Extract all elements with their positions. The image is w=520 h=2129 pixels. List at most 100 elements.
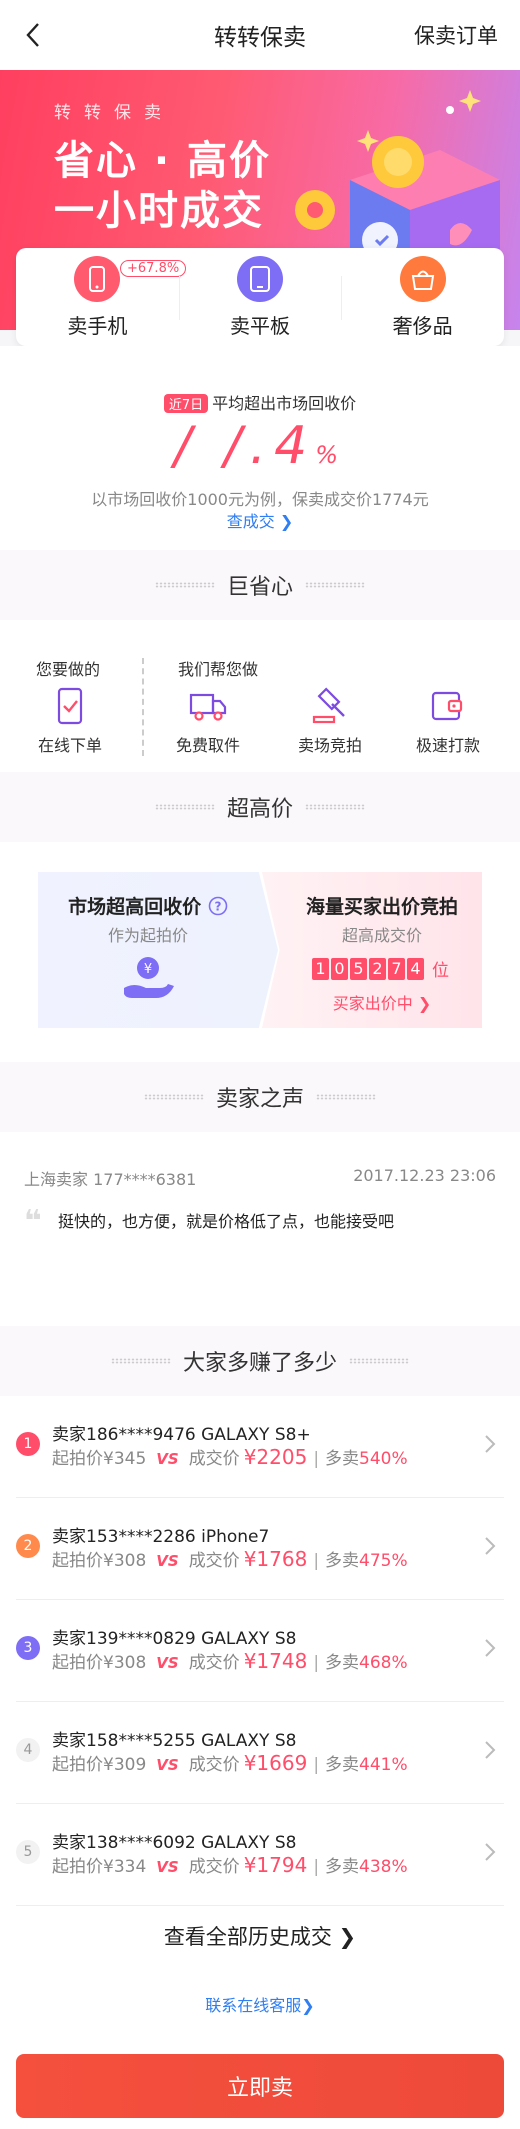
vs-mark: VS (156, 1756, 179, 1774)
category-label: 奢侈品 (392, 313, 453, 338)
deal-label: 成交价 (188, 1653, 240, 1673)
market-price-title: 市场超高回收价 ? (38, 892, 258, 919)
stat-number-value: / /.4 (174, 416, 316, 476)
price-line: 起拍价¥308 VS 成交价 ¥1748 | 多卖 468% (52, 1648, 408, 1673)
divider-dots (154, 582, 215, 588)
seller-device: 卖家158****5255 GALAXY S8 (52, 1731, 297, 1751)
step-label: 卖场竞拍 (297, 736, 362, 755)
list-item[interactable]: 5 卖家138****6092 GALAXY S8 起拍价¥334 VS 成交价 ¥1… (16, 1804, 504, 1906)
list-item[interactable]: 4 卖家158****5255 GALAXY S8 起拍价¥309 VS 成交价 ¥1… (16, 1702, 504, 1804)
seller-device: 卖家139****0829 GALAXY S8 (52, 1629, 297, 1649)
help-icon[interactable]: ? (208, 896, 228, 916)
divider-dots (143, 1094, 204, 1100)
quote-icon: ❝ (24, 1204, 42, 1239)
process-section: 您要做的 我们帮您做 在线下单 免费取件 卖场竞拍 极速打款 (0, 620, 520, 772)
section-header-earn: 大家多赚了多少 (0, 1326, 520, 1396)
divider-dots (305, 804, 365, 810)
you-do-label: 您要做的 (36, 660, 101, 679)
bidding-link[interactable]: 买家出价中 ❯ (262, 990, 482, 1014)
deal-label: 成交价 (188, 1551, 240, 1571)
stat-headline-text: 平均超出市场回收价 (212, 394, 357, 413)
chevron-right-icon (485, 1537, 496, 1555)
phone-check-icon (20, 686, 120, 726)
we-do-label: 我们帮您做 (178, 660, 259, 679)
sell-now-button[interactable]: 立即卖 (16, 2054, 504, 2118)
start-price: 起拍价¥345 (52, 1449, 147, 1469)
separator: | (313, 1653, 320, 1673)
step-auction: 卖场竞拍 (280, 686, 380, 756)
category-luxury[interactable]: 奢侈品 (341, 248, 504, 346)
category-phone[interactable]: 卖手机 +67.8% (16, 248, 187, 346)
more-percent: 438% (359, 1857, 408, 1877)
counter-digit: 1 (312, 957, 329, 980)
nav-bar: 转转保卖 保卖订单 (0, 0, 520, 70)
section-title: 大家多赚了多少 (182, 1351, 337, 1376)
deal-label: 成交价 (188, 1857, 240, 1877)
stat-description: 以市场回收价1000元为例，保卖成交价1774元 (91, 490, 429, 509)
vs-mark: VS (156, 1450, 179, 1468)
more-percent: 540% (359, 1449, 408, 1469)
svg-text:?: ? (214, 900, 221, 914)
stat-period-tag: 近7日 (163, 394, 209, 413)
step-label: 极速打款 (415, 736, 480, 755)
phone-icon (74, 255, 121, 302)
market-price-card: 市场超高回收价 ? 作为起拍价 ¥ (38, 872, 278, 1028)
truck-icon (158, 686, 258, 726)
more-label: 多卖 (325, 1653, 360, 1673)
list-item[interactable]: 1 卖家186****9476 GALAXY S8+ 起拍价¥345 VS 成交价 ¥… (16, 1396, 504, 1498)
review-text: 挺快的，也方便，就是价格低了点，也能接受吧 (58, 1212, 395, 1231)
auction-title: 海量买家出价竞拍 (305, 896, 458, 918)
stat-headline: 近7日 平均超出市场回收价 (0, 390, 520, 414)
section-header-voice: 卖家之声 (0, 1062, 520, 1132)
hand-coin-icon: ¥ (124, 957, 174, 998)
svg-text:¥: ¥ (144, 962, 152, 977)
back-icon[interactable] (18, 20, 48, 50)
separator: | (313, 1449, 320, 1469)
process-divider (142, 658, 144, 756)
separator: | (313, 1755, 320, 1775)
buyer-counter: 1 0 5 2 7 4 位 (312, 956, 449, 981)
start-price: 起拍价¥308 (52, 1551, 147, 1571)
price-section: 市场超高回收价 ? 作为起拍价 ¥ 海量买家出价竞拍 超高成交价 1 0 5 2… (0, 842, 520, 1062)
divider-dots (154, 804, 215, 810)
price-line: 起拍价¥308 VS 成交价 ¥1768 | 多卖 475% (52, 1546, 408, 1571)
banner-headline-2: 一小时成交 (54, 188, 264, 234)
category-label: 卖平板 (230, 313, 290, 338)
divider-dots (305, 582, 365, 588)
section-title: 卖家之声 (215, 1087, 304, 1112)
seller-device: 卖家153****2286 iPhone7 (52, 1527, 270, 1547)
view-history-link[interactable]: 查看全部历史成交 ❯ (0, 1921, 520, 1951)
list-item[interactable]: 2 卖家153****2286 iPhone7 起拍价¥308 VS 成交价 ¥176… (16, 1498, 504, 1600)
chevron-right-icon (485, 1843, 496, 1861)
counter-digit: 0 (331, 957, 348, 980)
deal-price: ¥2205 (243, 1445, 308, 1469)
seller-device: 卖家138****6092 GALAXY S8 (52, 1833, 297, 1853)
price-line: 起拍价¥345 VS 成交价 ¥2205 | 多卖 540% (52, 1444, 408, 1469)
deal-price: ¥1768 (243, 1547, 308, 1571)
page-title: 转转保卖 (214, 25, 306, 51)
deal-price: ¥1669 (243, 1751, 308, 1775)
chevron-right-icon (485, 1741, 496, 1759)
list-item[interactable]: 3 卖家139****0829 GALAXY S8 起拍价¥308 VS 成交价 ¥1… (16, 1600, 504, 1702)
counter-digit: 7 (388, 957, 405, 980)
premium-badge: +67.8% (120, 260, 187, 277)
deal-price: ¥1748 (243, 1649, 308, 1673)
orders-link[interactable]: 保卖订单 (414, 20, 498, 50)
counter-digit: 2 (369, 957, 386, 980)
price-line: 起拍价¥334 VS 成交价 ¥1794 | 多卖 438% (52, 1852, 408, 1877)
step-fast-payment: 极速打款 (398, 686, 498, 756)
earnings-list: 1 卖家186****9476 GALAXY S8+ 起拍价¥345 VS 成交价 ¥… (0, 1396, 520, 2046)
rank-badge: 4 (16, 1738, 40, 1762)
step-free-pickup: 免费取件 (158, 686, 258, 756)
premium-stat: 近7日 平均超出市场回收价 / /.4% 以市场回收价1000元为例，保卖成交价1… (0, 346, 520, 550)
deal-label: 成交价 (188, 1449, 240, 1469)
view-deals-link[interactable]: 查成交 ❯ (0, 508, 520, 532)
rank-badge: 1 (16, 1432, 40, 1456)
rank-badge: 2 (16, 1534, 40, 1558)
divider-dots (349, 1358, 409, 1364)
category-tablet[interactable]: 卖平板 (178, 248, 342, 346)
section-title: 超高价 (226, 797, 293, 822)
chevron-right-icon (485, 1435, 496, 1453)
review-time: 2017.12.23 23:06 (353, 1166, 496, 1185)
contact-service-link[interactable]: 联系在线客服❯ (0, 1992, 520, 2016)
